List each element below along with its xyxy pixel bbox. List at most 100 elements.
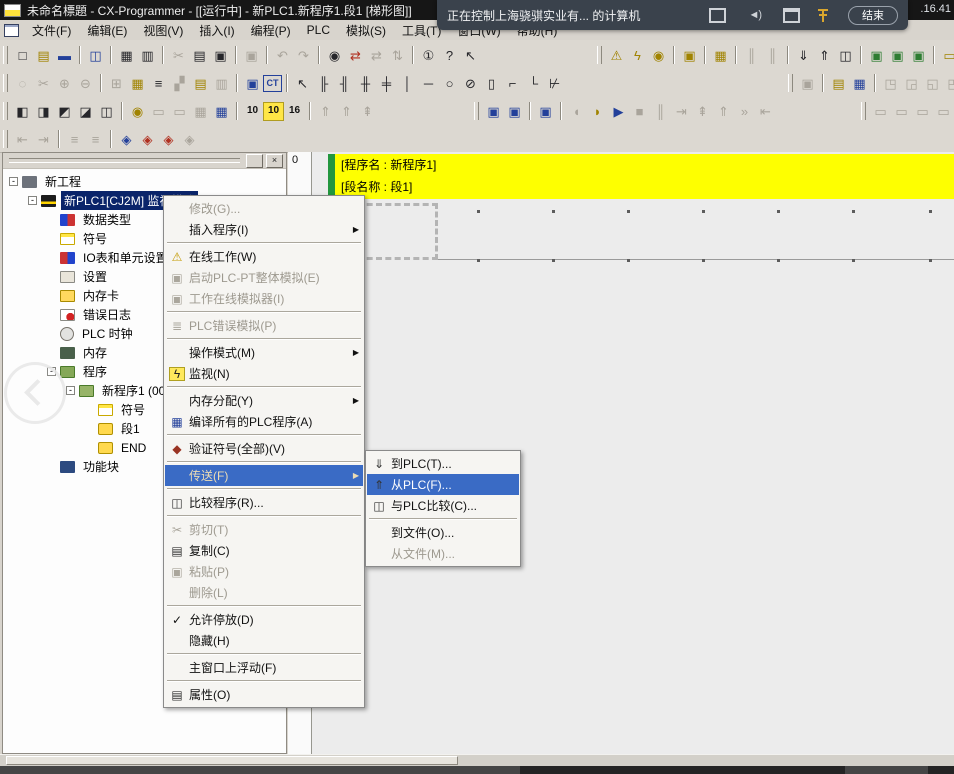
rung-comment-block[interactable]: [程序名 : 新程序1] [段名称 : 段1]	[335, 154, 954, 199]
menu-file[interactable]: 文件(F)	[24, 22, 79, 39]
toolbar-grip[interactable]	[474, 102, 479, 120]
menu-item-paste[interactable]: ▣粘贴(P)	[165, 561, 363, 582]
contact-no-icon[interactable]: ╟	[313, 73, 334, 94]
diff-d-icon[interactable]: ◈	[179, 129, 200, 150]
invert-icon[interactable]: ⌐	[502, 73, 523, 94]
menu-edit[interactable]: 编辑(E)	[79, 22, 135, 39]
menu-item-transfer[interactable]: 传送(F)▶	[165, 465, 363, 486]
address-ref-icon[interactable]: ≡	[148, 73, 169, 94]
compare-programs-icon[interactable]: ◫	[85, 45, 106, 66]
find-replace-2-icon[interactable]: ⇄	[366, 45, 387, 66]
remote-back-overlay[interactable]	[4, 362, 66, 424]
menu-program[interactable]: 编程(P)	[243, 22, 299, 39]
tree-item-new-project[interactable]: -新工程	[3, 172, 286, 191]
download-to-plc-icon[interactable]: ⇓	[793, 45, 814, 66]
menu-item-allow-docking[interactable]: ✓允许停放(D)	[165, 609, 363, 630]
sim-stop-icon[interactable]: ■	[629, 101, 650, 122]
new-file-icon[interactable]: □	[12, 45, 33, 66]
menu-item-properties[interactable]: ▤属性(O)	[165, 684, 363, 705]
comment-list-icon[interactable]: ≡	[64, 129, 85, 150]
window-tile-h-icon[interactable]: ◨	[33, 101, 54, 122]
sim-run-icon[interactable]: ▶	[608, 101, 629, 122]
watch-window-icon[interactable]: ▣	[242, 73, 263, 94]
cut-icon[interactable]: ✂	[168, 45, 189, 66]
window-tile-v-icon[interactable]: ◩	[54, 101, 75, 122]
find-online-icon[interactable]: ◉	[648, 45, 669, 66]
zoom-out-icon[interactable]: ⊖	[75, 73, 96, 94]
expand-box[interactable]: -	[9, 177, 18, 186]
menu-item-cut[interactable]: ✂剪切(T)	[165, 519, 363, 540]
undo-icon[interactable]: ↶	[272, 45, 293, 66]
mdi-document-icon[interactable]	[4, 24, 19, 37]
menu-simulation[interactable]: 模拟(S)	[338, 22, 394, 39]
style-indent-icon[interactable]: ⇤	[12, 129, 33, 150]
mem-grid-icon[interactable]: ▦	[190, 101, 211, 122]
toolbar-grip[interactable]	[788, 74, 793, 92]
find-icon[interactable]: ◉	[324, 45, 345, 66]
toolbar-grip[interactable]	[3, 102, 8, 120]
sim-online-icon[interactable]: ▣	[483, 101, 504, 122]
menu-item-to-plc[interactable]: ⇓到PLC(T)...	[367, 453, 519, 474]
pause-b-icon[interactable]: ║	[762, 45, 783, 66]
force-cancel-icon[interactable]: ⇞	[357, 101, 378, 122]
find-replace-3-icon[interactable]: ⇅	[387, 45, 408, 66]
signed-decimal-icon[interactable]: 10	[263, 102, 284, 121]
print-preview-icon[interactable]: ▥	[137, 45, 158, 66]
upload-from-plc-icon[interactable]: ⇑	[814, 45, 835, 66]
sim-pause-icon[interactable]: ║	[650, 101, 671, 122]
line-delete-icon[interactable]: ⊬	[544, 73, 565, 94]
line-connect-icon[interactable]: └	[523, 73, 544, 94]
coil-nc-icon[interactable]: ⊘	[460, 73, 481, 94]
sim-mode-icon[interactable]: ▣	[504, 101, 525, 122]
menu-item-delete[interactable]: 删除(L)	[165, 582, 363, 603]
toolbar-grip[interactable]	[3, 74, 8, 92]
menu-item-hide[interactable]: 隐藏(H)	[165, 630, 363, 651]
rung-wrap-icon[interactable]: ≡	[85, 129, 106, 150]
zoom-in-icon[interactable]: ⊕	[54, 73, 75, 94]
pause-a-icon[interactable]: ║	[741, 45, 762, 66]
mini-4-icon[interactable]: ◰	[943, 73, 954, 94]
open-file-icon[interactable]: ▤	[33, 45, 54, 66]
menu-plc[interactable]: PLC	[299, 23, 338, 37]
decimal-icon[interactable]: 10	[242, 101, 263, 122]
menu-item-copy[interactable]: ▤复制(C)	[165, 540, 363, 561]
style-outdent-icon[interactable]: ⇥	[33, 129, 54, 150]
force-on-icon[interactable]: ⇑	[315, 101, 336, 122]
force-off-icon[interactable]: ⇑	[336, 101, 357, 122]
select-tool-icon[interactable]: ↖	[292, 73, 313, 94]
far-right-1-icon[interactable]: ▭	[870, 101, 891, 122]
menu-insert[interactable]: 插入(I)	[191, 22, 242, 39]
coil-icon[interactable]: ○	[439, 73, 460, 94]
menu-item-from-plc[interactable]: ⇑从PLC(F)...	[367, 474, 519, 495]
context-help-icon[interactable]: ↖	[460, 45, 481, 66]
print-icon[interactable]: ▦	[116, 45, 137, 66]
menu-item-work-online[interactable]: ⚠在线工作(W)	[165, 246, 363, 267]
or-contact-nc-icon[interactable]: ╪	[376, 73, 397, 94]
step-out-icon[interactable]: ⇑	[713, 101, 734, 122]
page-view-icon[interactable]: ▭	[169, 101, 190, 122]
ladder-view-icon[interactable]: ▤	[190, 73, 211, 94]
window-toggle-icon[interactable]	[783, 8, 800, 23]
speaker-icon[interactable]: ◄)	[748, 9, 761, 21]
compare-plc-icon[interactable]: ◫	[835, 45, 856, 66]
monitor-mode-icon[interactable]: ϟ	[627, 45, 648, 66]
transfer-program-icon[interactable]: ▣	[797, 73, 818, 94]
redo-icon[interactable]: ↷	[293, 45, 314, 66]
scan-once-icon[interactable]: ◗	[587, 101, 608, 122]
diff-b-icon[interactable]: ◈	[137, 129, 158, 150]
menu-item-insert-program[interactable]: 插入程序(I)▶	[165, 219, 363, 240]
horizontal-line-icon[interactable]: ─	[418, 73, 439, 94]
window-split-icon[interactable]: ◫	[96, 101, 117, 122]
far-right-2-icon[interactable]: ▭	[891, 101, 912, 122]
mini-1-icon[interactable]: ◳	[880, 73, 901, 94]
io-table-icon[interactable]: ▭	[939, 45, 954, 66]
pin-icon[interactable]	[822, 9, 824, 22]
replace-icon[interactable]: ⇄	[345, 45, 366, 66]
menu-item-monitor[interactable]: ϟ监视(N)	[165, 363, 363, 384]
mini-3-icon[interactable]: ◱	[922, 73, 943, 94]
menu-item-float-on-main-window[interactable]: 主窗口上浮动(F)	[165, 657, 363, 678]
contact-nc-icon[interactable]: ╢	[334, 73, 355, 94]
menu-item-plc-error-simulation[interactable]: ≣PLC错误模拟(P)	[165, 315, 363, 336]
output-window-icon[interactable]: ▭	[148, 101, 169, 122]
save-icon[interactable]: ▬	[54, 45, 75, 66]
